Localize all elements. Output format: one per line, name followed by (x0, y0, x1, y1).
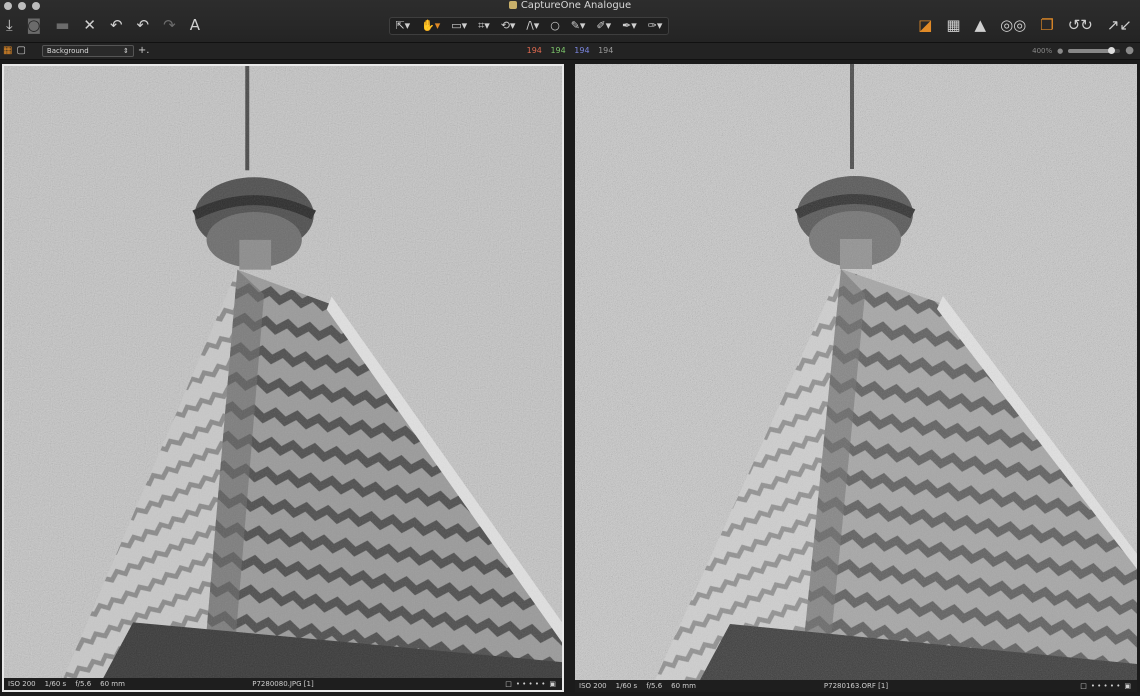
reset-icon[interactable]: ↺↻ (1068, 16, 1093, 34)
readout-green: 194 (550, 46, 566, 55)
file-name: P7280080.JPG [1] (252, 680, 314, 688)
zoom-slider-knob[interactable] (1108, 46, 1116, 54)
folder-icon[interactable]: ▬ (55, 16, 69, 34)
viewer-toolbar: ▦ ▢ Background ⇕ +. 194 194 194 194 400% … (0, 43, 1140, 60)
toolbar-right: ◪ ▦ ▲ ◎◎ ❐ ↺↻ ↗↙ (918, 16, 1132, 34)
readout-blue: 194 (574, 46, 590, 55)
camera-icon[interactable]: ◙ (27, 16, 42, 34)
checkbox-icon[interactable]: □ (1080, 680, 1087, 692)
file-name: P7280163.ORF [1] (823, 682, 889, 690)
pane-status-left: ISO 200 1/60 s f/5.6 60 mm P7280080.JPG … (4, 678, 562, 690)
select-tool-icon[interactable]: ⇱▾ (395, 19, 410, 33)
rating-dots-icon[interactable]: • • • • • (516, 678, 546, 690)
undo-icon[interactable]: ↶ (110, 16, 123, 34)
loupe-tool-icon[interactable]: ▭▾ (451, 19, 467, 33)
cursor-tools: ⇱▾ ✋▾ ▭▾ ⌗▾ ⟲▾ /\▾ ○ ✎▾ ✐▾ ✒▾ ✑▾ (389, 17, 669, 35)
redo-icon[interactable]: ↷ (163, 16, 176, 34)
pane-status-right: ISO 200 1/60 s f/5.6 60 mm P7280163.ORF … (575, 680, 1137, 692)
gradient-tool-icon[interactable]: ✒▾ (622, 19, 637, 33)
viewer-pane-right[interactable]: ISO 200 1/60 s f/5.6 60 mm P7280163.ORF … (575, 64, 1137, 692)
viewer-pane-left[interactable]: ISO 200 1/60 s f/5.6 60 mm P7280080.JPG … (2, 64, 564, 692)
eraser-tool-icon[interactable]: ✐▾ (596, 19, 611, 33)
crop-tool-icon[interactable]: ⌗▾ (478, 19, 490, 33)
readout-luma: 194 (598, 46, 614, 55)
warning-icon[interactable]: ▲ (975, 16, 987, 34)
text-icon[interactable]: A (190, 16, 200, 34)
picker-tool-icon[interactable]: ✑▾ (648, 19, 663, 33)
pan-tool-icon[interactable]: ✋▾ (421, 19, 440, 33)
spot-tool-icon[interactable]: ○ (550, 19, 560, 33)
window-title: CaptureOne Analogue (0, 0, 1140, 12)
redo-left-icon[interactable]: ↶ (137, 16, 150, 34)
grid-icon[interactable]: ▦ (946, 16, 960, 34)
photo-left (4, 66, 562, 678)
keystone-tool-icon[interactable]: /\▾ (526, 19, 539, 33)
zoom-slider-fill (1068, 48, 1113, 53)
rotate-tool-icon[interactable]: ⟲▾ (501, 19, 516, 33)
delete-icon[interactable]: ✕ (83, 16, 96, 34)
title-bar: CaptureOne Analogue ⤓ ◙ ▬ ✕ ↶ ↶ ↷ A ⇱▾ ✋▾ ▭▾ ⌗▾ ⟲▾ /… (0, 0, 1140, 43)
tag-icon[interactable]: ▣ (1124, 680, 1131, 692)
proof-glasses-icon[interactable]: ◎◎ (1000, 16, 1026, 34)
exposure-warning-icon[interactable]: ◪ (918, 16, 932, 34)
copy-adjust-icon[interactable]: ↗↙ (1107, 16, 1132, 34)
brush-tool-icon[interactable]: ✎▾ (571, 19, 586, 33)
zoom-level: 400% (1032, 46, 1053, 55)
color-readout: 194 194 194 194 (0, 46, 1140, 55)
zoom-slider[interactable] (1068, 46, 1121, 54)
checkbox-icon[interactable]: □ (505, 678, 512, 690)
readout-red: 194 (526, 46, 542, 55)
copy-icon[interactable]: ❐ (1040, 16, 1053, 34)
person-large-icon: ● (1125, 45, 1134, 56)
person-small-icon: ● (1057, 46, 1064, 55)
tag-icon[interactable]: ▣ (549, 678, 556, 690)
rating-dots-icon[interactable]: • • • • • (1091, 680, 1121, 692)
photo-right (575, 64, 1137, 680)
import-icon[interactable]: ⤓ (6, 16, 13, 34)
app-icon (508, 1, 517, 9)
toolbar-left: ⤓ ◙ ▬ ✕ ↶ ↶ ↷ A (6, 16, 200, 34)
